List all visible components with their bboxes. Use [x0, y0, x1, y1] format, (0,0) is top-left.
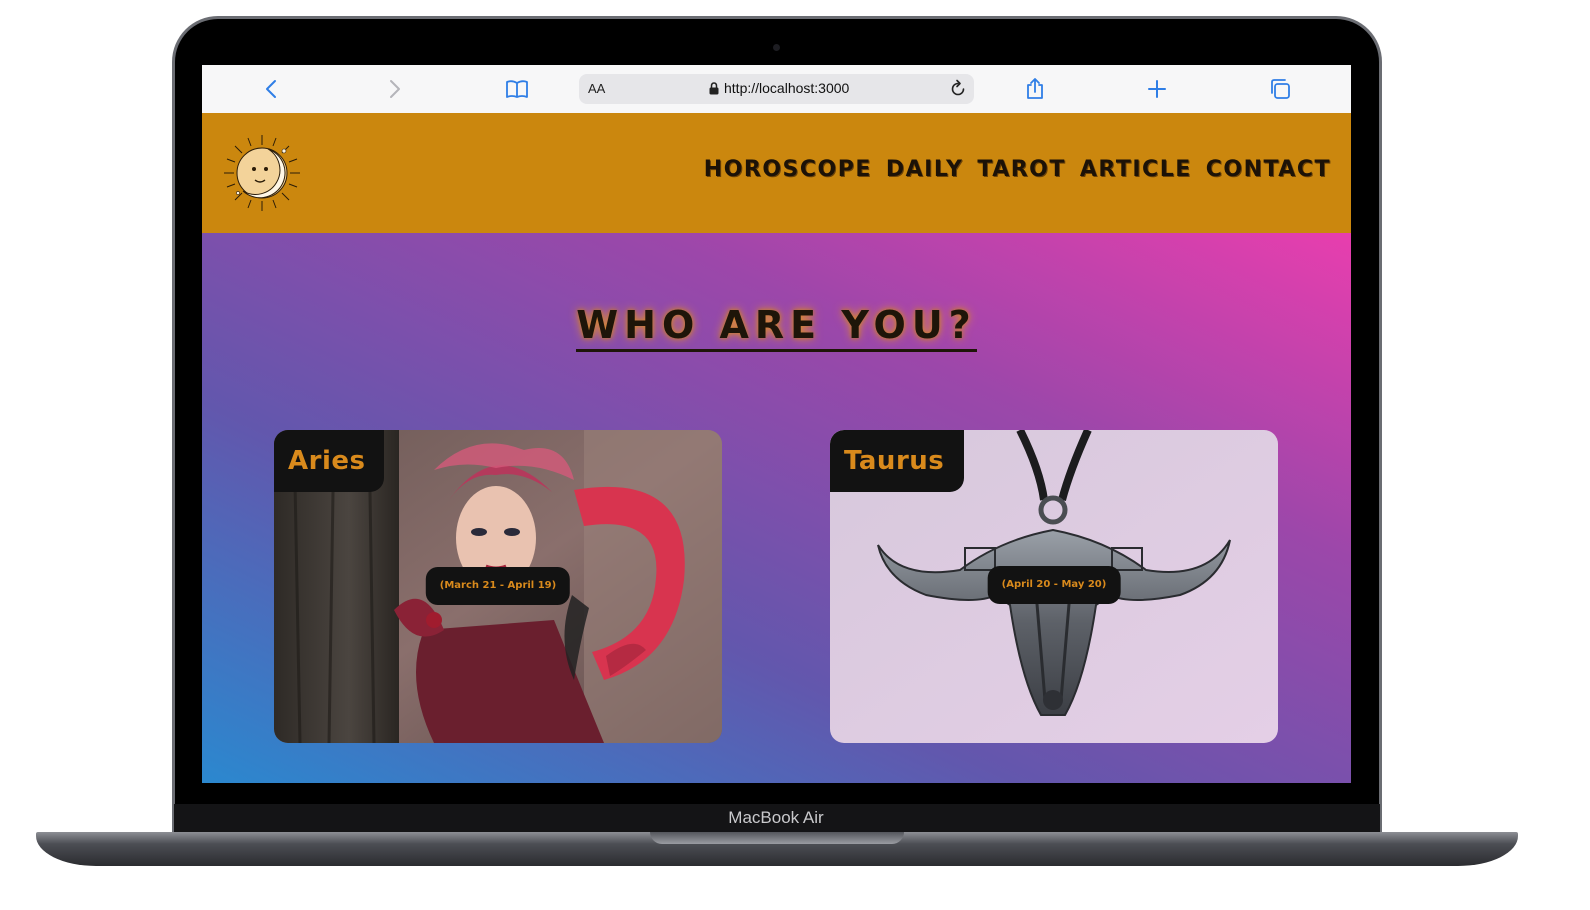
main-nav: HOROSCOPE DAILY TAROT ARTICLE CONTACT	[704, 157, 1331, 182]
camera-icon	[773, 44, 780, 51]
laptop-notch	[650, 832, 904, 844]
new-tab-icon[interactable]	[1145, 77, 1169, 101]
share-icon[interactable]	[1023, 77, 1047, 101]
sign-name-aries: Aries	[274, 430, 384, 492]
sign-dates-aries: (March 21 - April 19)	[425, 567, 571, 605]
site-header: HOROSCOPE DAILY TAROT ARTICLE CONTACT	[202, 113, 1351, 233]
reader-aa-button[interactable]: AA	[588, 81, 605, 96]
browser-toolbar: AA http://localhost:3000	[202, 65, 1351, 113]
tabs-icon[interactable]	[1268, 77, 1292, 101]
address-bar[interactable]: AA http://localhost:3000	[579, 74, 974, 104]
nav-contact[interactable]: CONTACT	[1206, 157, 1331, 182]
hero-section: WHO ARE YOU? Aries (March 21 - April 19)…	[202, 233, 1351, 783]
page-title-text: WHO ARE YOU?	[576, 303, 977, 352]
url-text: http://localhost:3000	[724, 80, 850, 96]
nav-horoscope[interactable]: HOROSCOPE	[704, 157, 872, 182]
back-icon[interactable]	[260, 77, 284, 101]
device-label: MacBook Air	[728, 808, 824, 827]
sign-dates-taurus: (April 20 - May 20)	[987, 566, 1121, 604]
reload-icon[interactable]	[948, 79, 968, 99]
forward-icon[interactable]	[382, 77, 406, 101]
zodiac-card-taurus[interactable]: Taurus (April 20 - May 20)	[830, 430, 1278, 743]
nav-tarot[interactable]: TAROT	[977, 157, 1065, 182]
nav-article[interactable]: ARTICLE	[1080, 157, 1192, 182]
zodiac-card-aries[interactable]: Aries (March 21 - April 19)	[274, 430, 722, 743]
nav-daily[interactable]: DAILY	[886, 157, 964, 182]
bookmarks-icon[interactable]	[505, 77, 529, 101]
sign-name-taurus: Taurus	[830, 430, 964, 492]
lock-icon	[709, 81, 719, 94]
sun-moon-logo[interactable]	[222, 133, 302, 213]
url-display: http://localhost:3000	[709, 80, 849, 96]
browser-screen: AA http://localhost:3000 HOROSCOPE DAILY…	[202, 65, 1351, 783]
page-title: WHO ARE YOU?	[202, 303, 1351, 352]
